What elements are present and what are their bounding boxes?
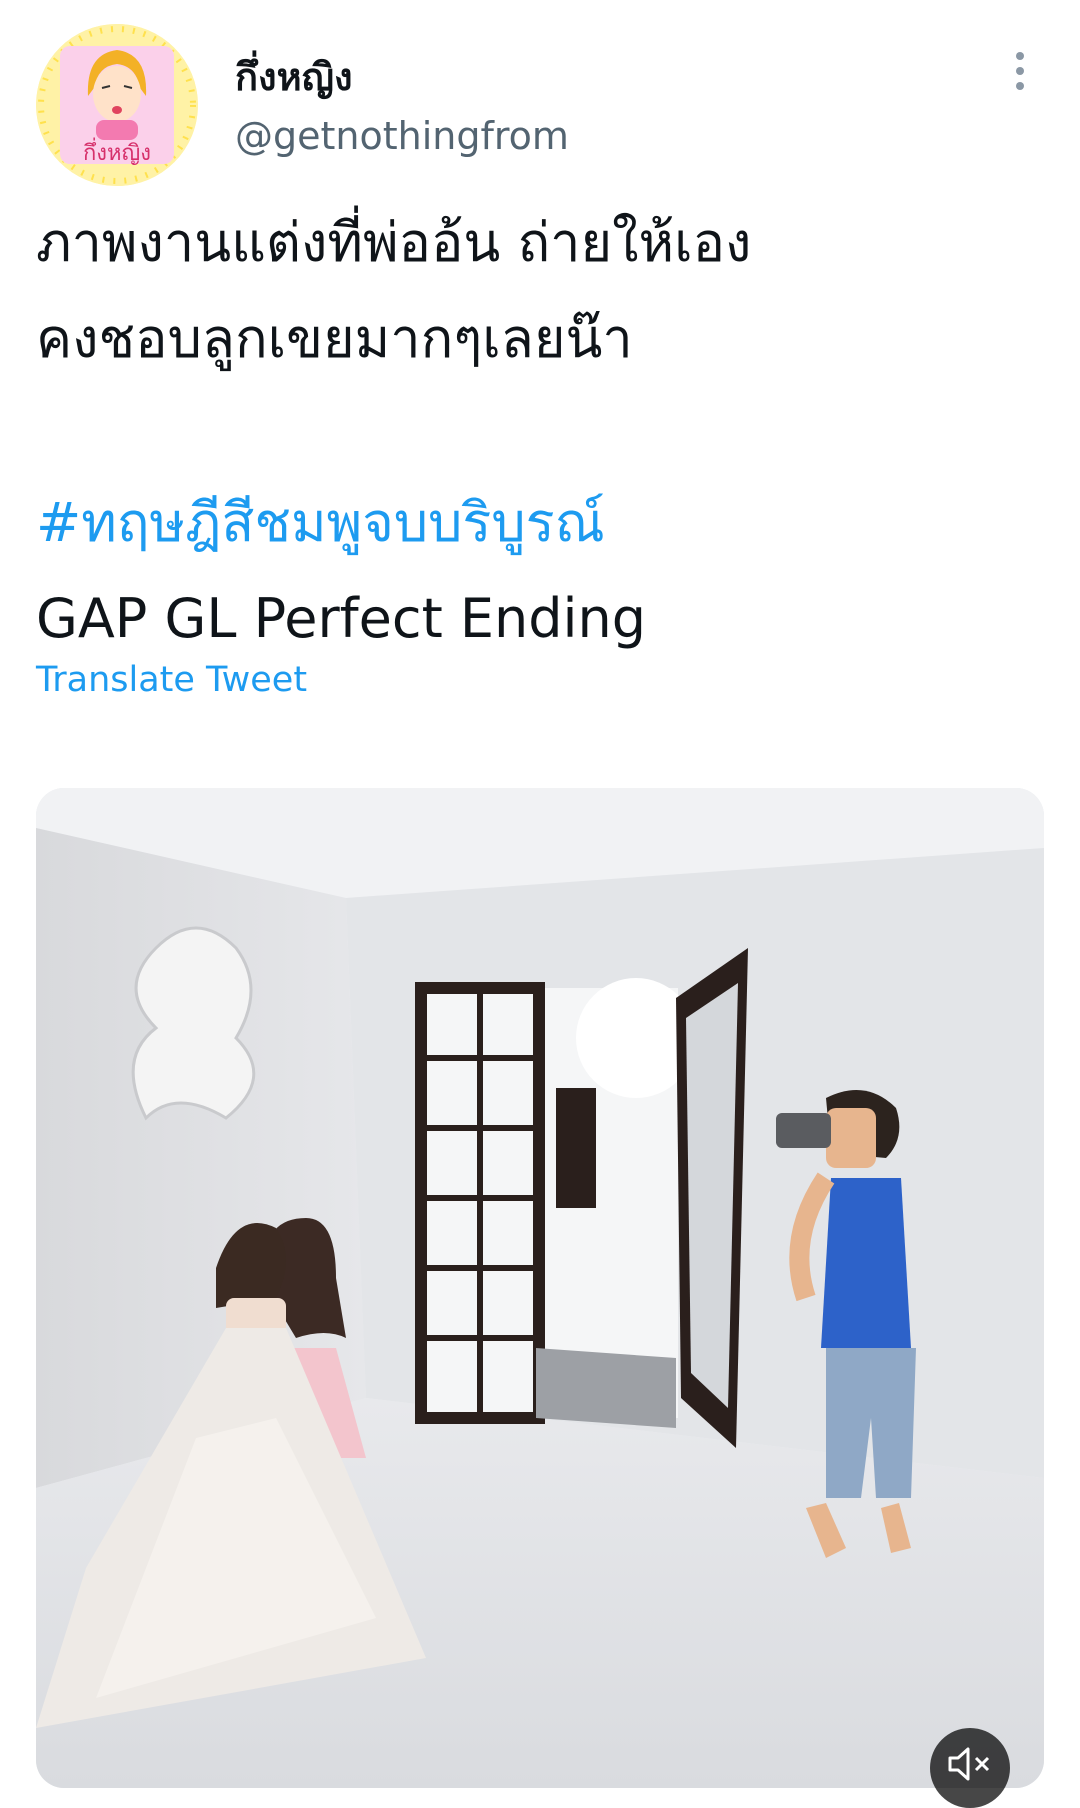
translate-tweet-link[interactable]: Translate Tweet: [36, 660, 307, 700]
hashtag-link[interactable]: #ทฤษฎีสีชมพูจบบริบูรณ์: [36, 475, 1046, 571]
volume-muted-icon[interactable]: [930, 1728, 1010, 1808]
avatar-image: กึ่งหญิง: [36, 24, 198, 186]
user-handle[interactable]: @getnothingfrom: [235, 114, 569, 158]
tweet-text: ภาพงานแต่งที่พ่ออ้น ถ่ายให้เอง คงชอบลูกเ…: [36, 195, 1046, 667]
tweet-subtitle: GAP GL Perfect Ending: [36, 587, 647, 650]
avatar[interactable]: กึ่งหญิง: [36, 24, 198, 186]
video-player[interactable]: [36, 788, 1044, 1788]
avatar-label: กึ่งหญิง: [83, 137, 151, 166]
video-frame: [36, 788, 1044, 1788]
tweet-text-line-2: คงชอบลูกเขยมากๆเลยน๊า: [36, 307, 633, 370]
tweet-text-line-1: ภาพงานแต่งที่พ่ออ้น ถ่ายให้เอง: [36, 211, 752, 274]
tweet-header: กึ่งหญิง กึ่งหญิง @getnothingfrom: [0, 0, 1080, 190]
more-vertical-icon[interactable]: [1005, 50, 1035, 94]
display-name[interactable]: กึ่งหญิง: [235, 46, 353, 107]
tweet-text-spacer: [36, 387, 1046, 475]
